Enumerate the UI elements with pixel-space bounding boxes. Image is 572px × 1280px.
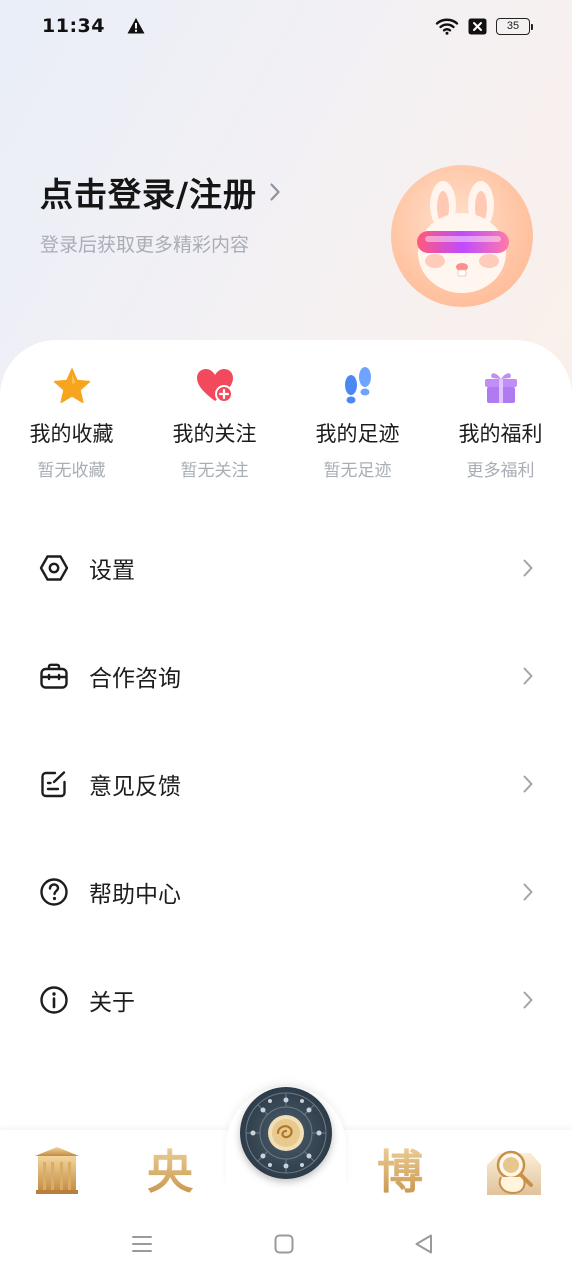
menu-item-about[interactable]: 关于 [0,946,572,1054]
quick-link-sub: 暂无收藏 [37,461,106,481]
chevron-right-icon [270,183,280,201]
menu-item-settings[interactable]: 设置 [0,514,572,622]
quick-link-sub: 更多福利 [466,461,535,481]
quick-link-sub: 暂无足迹 [323,461,392,481]
quick-links: 我的收藏 暂无收藏 我的关注 暂无关注 我的足迹 暂无足迹 我的福利 更多福利 [0,366,572,481]
login-title: 点击登录/注册 [40,175,258,214]
chevron-right-icon [523,991,533,1009]
nav-profile[interactable] [482,1140,546,1200]
nav-tab-label: 博 [377,1136,423,1202]
login-button[interactable]: 点击登录/注册 [40,168,370,216]
menu-item-feedback[interactable]: 意见反馈 [0,730,572,838]
quick-link-benefits[interactable]: 我的福利 更多福利 [429,366,572,481]
footprints-icon [344,367,371,404]
feedback-icon [41,771,66,798]
menu-item-label: 合作咨询 [89,666,181,692]
chevron-right-icon [523,883,533,901]
back-triangle-icon[interactable] [412,1232,436,1256]
settings-icon [39,555,69,581]
login-subtitle: 登录后获取更多精彩内容 [40,234,250,256]
nav-center-button[interactable] [240,1087,332,1179]
avatar[interactable] [391,165,533,307]
quick-link-sub: 暂无关注 [180,461,249,481]
menu-item-label: 关于 [89,990,135,1016]
menu-item-help[interactable]: 帮助中心 [0,838,572,946]
menu-item-cooperation[interactable]: 合作咨询 [0,622,572,730]
menu-item-label: 意见反馈 [89,774,181,800]
quick-link-label: 我的收藏 [29,422,114,446]
star-icon [53,368,90,404]
nav-tab-label: 央 [147,1136,193,1202]
chevron-right-icon [523,775,533,793]
status-bar: 11:34 35 [0,0,572,52]
zodiac-compass-icon [245,1092,327,1174]
nav-tab-bo[interactable]: 博 [370,1138,430,1200]
heart-plus-icon [196,369,233,403]
briefcase-icon [40,663,68,689]
wifi-icon [435,18,459,35]
nav-home[interactable] [30,1142,84,1198]
battery-level: 35 [506,20,520,32]
quick-link-label: 我的福利 [458,422,543,446]
help-icon [40,878,68,906]
settings-menu: 设置 合作咨询 意见反馈 帮助中心 关于 [0,514,572,1054]
menu-icon[interactable] [130,1232,154,1256]
pavilion-icon [35,1147,79,1194]
home-square-icon[interactable] [272,1232,296,1256]
warning-icon [127,18,145,34]
quick-link-favorites[interactable]: 我的收藏 暂无收藏 [0,366,143,481]
menu-item-label: 帮助中心 [89,882,181,908]
quick-link-label: 我的关注 [172,422,257,446]
bunny-avatar-icon [417,181,509,293]
gift-icon [484,373,517,403]
info-icon [40,986,68,1014]
quick-link-follows[interactable]: 我的关注 暂无关注 [143,366,286,481]
battery-indicator: 35 [496,17,533,35]
no-sim-icon [468,18,487,34]
quick-link-history[interactable]: 我的足迹 暂无足迹 [286,366,429,481]
astronaut-icon [487,1150,541,1195]
chevron-right-icon [523,559,533,577]
status-icons: 35 [435,17,533,35]
menu-item-label: 设置 [89,558,135,584]
quick-link-label: 我的足迹 [315,422,400,446]
status-time: 11:34 [42,15,105,37]
login-section: 点击登录/注册 登录后获取更多精彩内容 [40,168,370,257]
chevron-right-icon [523,667,533,685]
nav-tab-yang[interactable]: 央 [140,1138,200,1200]
